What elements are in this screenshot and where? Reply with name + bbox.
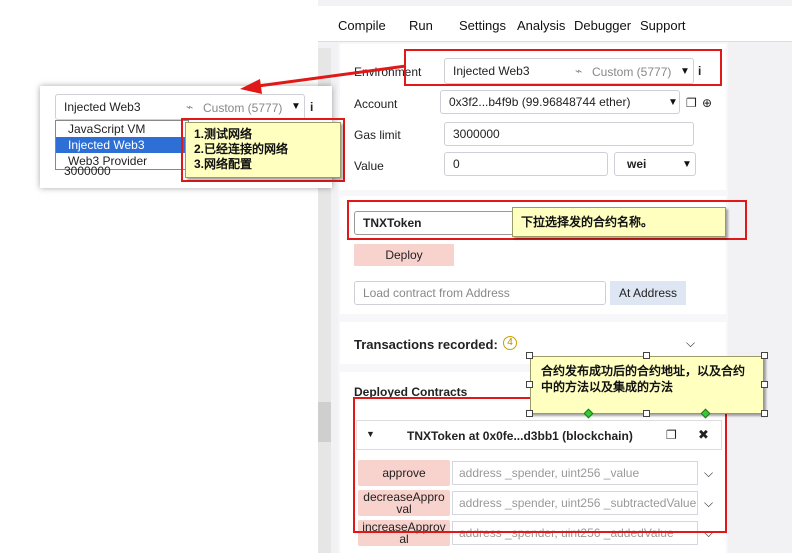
scrollbar-thumb[interactable] [318,402,331,442]
load-address-input[interactable]: Load contract from Address [354,281,606,305]
tab-compile[interactable]: Compile [338,18,386,33]
deploy-button[interactable]: Deploy [354,244,454,266]
value-amount: 0 [453,157,460,171]
tab-support[interactable]: Support [640,18,686,33]
plug-icon: ⌁ [186,100,194,114]
at-address-label: At Address [618,286,678,300]
deploy-label: Deploy [385,248,423,262]
tab-bar: Compile Run Settings Analysis Debugger S… [318,6,792,42]
copy-icon[interactable]: ❐ [686,96,697,110]
caret-down-icon: ▼ [668,97,678,108]
account-select[interactable]: 0x3f2...b4f9b (99.96848744 ether) [440,90,680,114]
gas-limit-input[interactable]: 3000000 [444,122,694,146]
contract-note: 下拉选择发的合约名称。 [512,207,726,237]
resize-handle[interactable] [761,352,768,359]
caret-down-icon: ▼ [291,101,301,112]
resize-handle[interactable] [526,410,533,417]
info-icon[interactable]: i [310,100,313,114]
annotation-box-deployed [353,397,727,533]
inset-partial-value: 3000000 [64,164,111,178]
environment-options-list: JavaScript VM Injected Web3 Web3 Provide… [55,120,190,170]
network-note: 1.测试网络 2.已经连接的网络 3.网络配置 [185,122,341,178]
option-javascript-vm[interactable]: JavaScript VM [56,121,190,137]
account-value: 0x3f2...b4f9b (99.96848744 ether) [449,95,631,109]
transactions-label: Transactions recorded: [354,337,498,352]
gas-limit-value: 3000000 [453,127,500,141]
tab-analysis[interactable]: Analysis [517,18,565,33]
network-note-line: 3.网络配置 [194,157,253,171]
deployed-note: 合约发布成功后的合约地址，以及合约中的方法以及集成的方法 [530,356,764,414]
network-note-line: 1.测试网络 [194,127,253,141]
resize-handle[interactable] [526,352,533,359]
resize-handle[interactable] [526,381,533,388]
annotation-box-environment [404,49,722,86]
transactions-count-badge: 4 [503,336,517,350]
arrow-line [257,64,407,88]
plus-circle-icon[interactable]: ⊕ [702,96,712,110]
resize-handle[interactable] [761,381,768,388]
tab-debugger[interactable]: Debugger [574,18,631,33]
caret-down-icon: ▼ [682,159,692,170]
value-unit: wei [627,157,647,171]
value-label: Value [354,159,384,173]
arrow-head [240,79,262,94]
tab-settings[interactable]: Settings [459,18,506,33]
annotation-arrow [240,64,407,94]
resize-handle[interactable] [643,410,650,417]
network-note-line: 2.已经连接的网络 [194,142,289,156]
option-injected-web3[interactable]: Injected Web3 [56,137,190,153]
load-address-placeholder: Load contract from Address [363,286,510,300]
inset-environment-value: Injected Web3 [64,100,141,114]
inset-environment-network: Custom (5777) [203,101,283,115]
value-input[interactable]: 0 [444,152,608,176]
gas-limit-label: Gas limit [354,128,401,142]
resize-handle[interactable] [643,352,650,359]
tab-run[interactable]: Run [409,18,433,33]
resize-handle[interactable] [761,410,768,417]
at-address-button[interactable]: At Address [610,281,686,305]
chevron-down-icon[interactable]: ⌵ [686,336,695,351]
